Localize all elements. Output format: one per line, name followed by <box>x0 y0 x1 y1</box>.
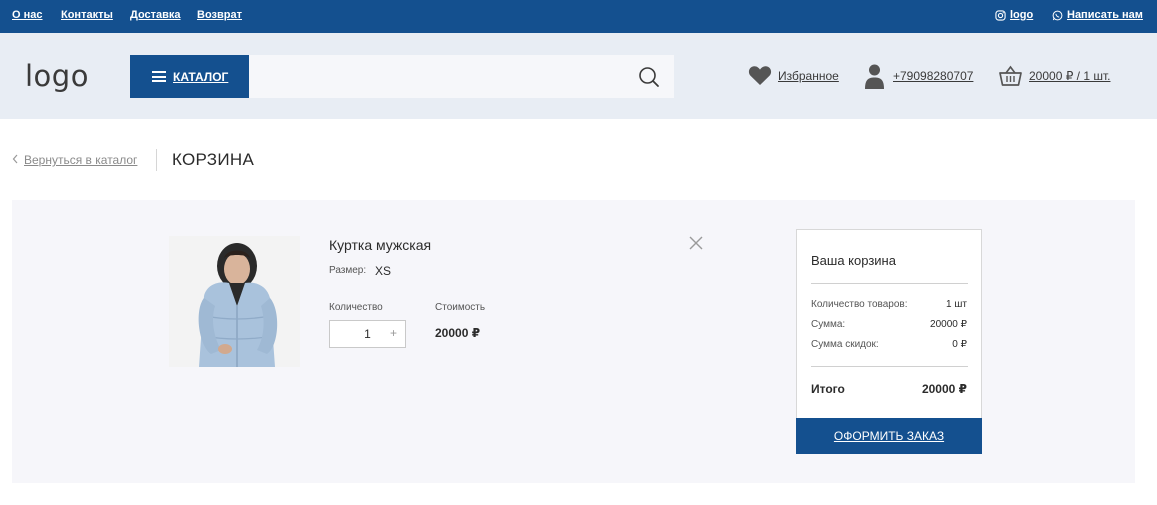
summary-row-label: Сумма скидок: <box>811 339 879 350</box>
instagram-icon <box>995 10 1006 21</box>
product-name[interactable]: Куртка мужская <box>329 237 431 253</box>
size-value: XS <box>375 264 392 278</box>
total-value: 20000 ₽ <box>921 382 967 396</box>
phone-link[interactable]: +79098280707 <box>893 69 973 83</box>
checkout-button[interactable]: ОФОРМИТЬ ЗАКАЗ <box>796 418 982 454</box>
catalog-button[interactable]: КАТАЛОГ <box>130 55 249 98</box>
header: logo КАТАЛОГ Избранное +79098280707 2000… <box>0 33 1157 119</box>
heart-icon <box>748 66 772 85</box>
summary-row-value: 20000 ₽ <box>930 319 967 330</box>
quantity-plus-button[interactable]: + <box>390 326 397 340</box>
chevron-left-icon <box>12 154 18 164</box>
close-icon[interactable] <box>688 235 704 251</box>
whatsapp-icon <box>1052 10 1063 21</box>
cart-summary-link[interactable]: 20000 ₽ / 1 шт. <box>1029 69 1110 83</box>
catalog-label: КАТАЛОГ <box>173 69 229 84</box>
summary-divider <box>811 366 968 367</box>
item-price: 20000 ₽ <box>435 326 481 340</box>
user-icon <box>865 64 884 89</box>
summary-row-label: Сумма: <box>811 319 846 330</box>
topbar-link-delivery[interactable]: Доставка <box>130 9 181 21</box>
summary-title: Ваша корзина <box>811 253 896 268</box>
top-bar: О нас Контакты Доставка Возврат logo Нап… <box>0 0 1157 33</box>
summary-divider <box>811 283 968 284</box>
topbar-link-about[interactable]: О нас <box>12 9 43 21</box>
logo[interactable]: logo <box>25 59 89 93</box>
cost-label: Стоимость <box>435 302 486 313</box>
jacket-photo <box>169 236 300 367</box>
topbar-link-contacts[interactable]: Контакты <box>61 9 113 21</box>
size-label: Размер: <box>329 265 367 276</box>
favorites-link[interactable]: Избранное <box>778 69 839 83</box>
menu-icon <box>152 71 166 82</box>
breadcrumb-divider <box>156 149 157 171</box>
search-icon[interactable] <box>638 66 660 88</box>
instagram-link[interactable]: logo <box>1010 9 1033 21</box>
search-input[interactable] <box>249 55 629 98</box>
product-image[interactable] <box>169 236 300 367</box>
summary-row-value: 0 ₽ <box>952 339 967 350</box>
summary-row-label: Количество товаров: <box>811 299 908 310</box>
write-us-link[interactable]: Написать нам <box>1067 9 1143 21</box>
quantity-label: Количество <box>329 302 383 313</box>
back-to-catalog-link[interactable]: Вернуться в каталог <box>24 153 137 167</box>
summary-row-value: 1 шт <box>946 299 967 310</box>
order-summary: Ваша корзина Количество товаров: 1 шт Су… <box>796 229 982 454</box>
cart-icon <box>999 65 1022 86</box>
search-bar <box>249 55 674 98</box>
total-label: Итого <box>811 382 845 396</box>
topbar-link-returns[interactable]: Возврат <box>197 9 242 21</box>
quantity-stepper[interactable]: 1 + <box>329 320 406 348</box>
page-title: КОРЗИНА <box>172 150 255 169</box>
